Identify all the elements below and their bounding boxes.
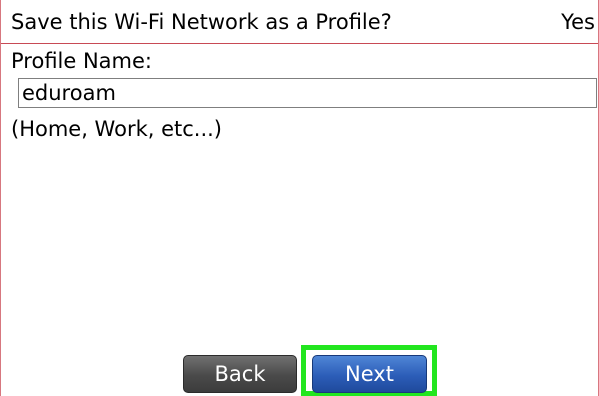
profile-name-label: Profile Name: (11, 49, 153, 73)
next-button[interactable]: Next (312, 355, 427, 393)
back-button[interactable]: Back (183, 355, 297, 393)
save-profile-row[interactable]: Save this Wi-Fi Network as a Profile? Ye… (1, 0, 598, 44)
save-profile-value[interactable]: Yes (561, 10, 595, 34)
save-profile-label: Save this Wi-Fi Network as a Profile? (11, 10, 392, 34)
wifi-profile-dialog: Save this Wi-Fi Network as a Profile? Ye… (0, 0, 599, 396)
profile-name-input[interactable] (18, 78, 597, 108)
profile-name-hint: (Home, Work, etc...) (11, 117, 223, 141)
